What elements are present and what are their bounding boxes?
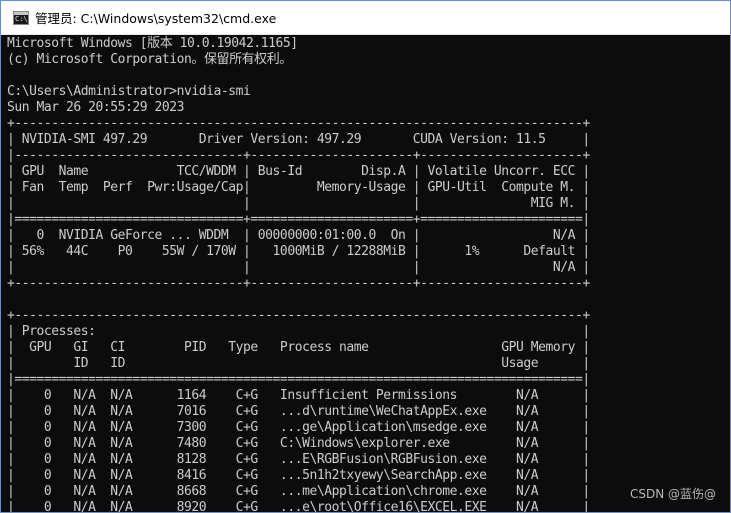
csdn-watermark: CSDN @蓝伤@ — [629, 487, 716, 501]
terminal-line: |===============================+=======… — [7, 212, 590, 227]
terminal-line: | ID ID Usage | — [7, 356, 590, 371]
terminal-line: +-------------------------------+-------… — [7, 276, 590, 291]
terminal-line: | GPU GI CI PID Type Process name GPU Me… — [7, 340, 590, 355]
terminal-line: | 0 N/A N/A 1164 C+G Insufficient Permis… — [7, 388, 590, 403]
terminal-line: Microsoft Windows [版本 10.0.19042.1165] — [7, 36, 298, 51]
terminal-line: +---------------------------------------… — [7, 308, 590, 323]
terminal-line: | 0 N/A N/A 8668 C+G ...me\Application\c… — [7, 484, 590, 499]
terminal-line: +---------------------------------------… — [7, 116, 590, 131]
terminal-line: | | | MIG M. | — [7, 196, 590, 211]
title-bar[interactable]: 管理员: C:\Windows\system32\cmd.exe — [1, 1, 730, 35]
window-title: 管理员: C:\Windows\system32\cmd.exe — [35, 11, 277, 26]
terminal-line: | 0 N/A N/A 7300 C+G ...ge\Application\m… — [7, 420, 590, 435]
terminal-line: |=======================================… — [7, 372, 590, 387]
terminal-line: C:\Users\Administrator>nvidia-smi — [7, 84, 251, 99]
terminal-line: | Processes: | — [7, 324, 590, 339]
command-prompt-icon — [13, 10, 29, 25]
cmd-window: 管理员: C:\Windows\system32\cmd.exe Microso… — [0, 0, 731, 513]
terminal-line: | 0 N/A N/A 8128 C+G ...E\RGBFusion\RGBF… — [7, 452, 590, 467]
terminal-line: | | | N/A | — [7, 260, 590, 275]
terminal-line: | GPU Name TCC/WDDM | Bus-Id Disp.A | Vo… — [7, 164, 590, 179]
terminal-line: | 56% 44C P0 55W / 170W | 1000MiB / 1228… — [7, 244, 590, 259]
terminal-line: | 0 NVIDIA GeForce ... WDDM | 00000000:0… — [7, 228, 590, 243]
terminal-line: | 0 N/A N/A 8920 C+G ...e\root\Office16\… — [7, 500, 590, 512]
terminal-line: | 0 N/A N/A 7016 C+G ...d\runtime\WeChat… — [7, 404, 590, 419]
terminal-line: |-------------------------------+-------… — [7, 148, 590, 163]
terminal-line: | NVIDIA-SMI 497.29 Driver Version: 497.… — [7, 132, 590, 147]
terminal-line: | 0 N/A N/A 7480 C+G C:\Windows\explorer… — [7, 436, 590, 451]
terminal-line: | 0 N/A N/A 8416 C+G ...5n1h2txyewy\Sear… — [7, 468, 590, 483]
terminal-line: Sun Mar 26 20:55:29 2023 — [7, 100, 185, 115]
terminal-line: (c) Microsoft Corporation。保留所有权利。 — [7, 52, 292, 67]
terminal-line: | Fan Temp Perf Pwr:Usage/Cap| Memory-Us… — [7, 180, 590, 195]
terminal-output[interactable]: Microsoft Windows [版本 10.0.19042.1165] (… — [1, 35, 730, 512]
